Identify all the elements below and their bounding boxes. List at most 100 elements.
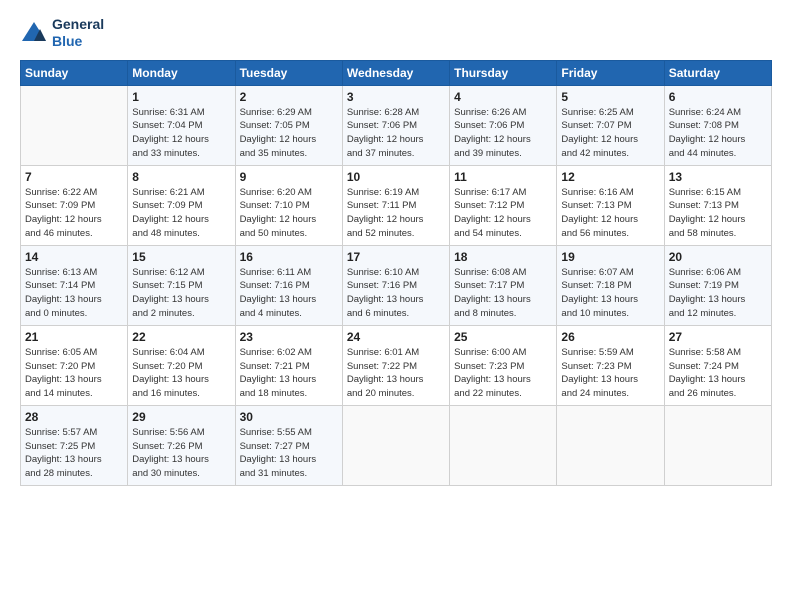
calendar-week-1: 1 Sunrise: 6:31 AM Sunset: 7:04 PM Daylig… xyxy=(21,85,772,165)
weekday-header-saturday: Saturday xyxy=(664,60,771,85)
logo: General Blue xyxy=(20,16,104,50)
weekday-header-tuesday: Tuesday xyxy=(235,60,342,85)
day-number: 20 xyxy=(669,250,767,264)
day-info: Sunrise: 6:20 AM Sunset: 7:10 PM Dayligh… xyxy=(240,186,338,241)
day-number: 1 xyxy=(132,90,230,104)
day-info: Sunrise: 6:07 AM Sunset: 7:18 PM Dayligh… xyxy=(561,266,659,321)
logo-text: General Blue xyxy=(52,16,104,50)
weekday-header-wednesday: Wednesday xyxy=(342,60,449,85)
calendar-cell: 15 Sunrise: 6:12 AM Sunset: 7:15 PM Dayli… xyxy=(128,245,235,325)
calendar-cell xyxy=(342,405,449,485)
day-info: Sunrise: 6:24 AM Sunset: 7:08 PM Dayligh… xyxy=(669,106,767,161)
day-info: Sunrise: 6:31 AM Sunset: 7:04 PM Dayligh… xyxy=(132,106,230,161)
calendar-cell: 2Sunrise: 6:29 AM Sunset: 7:05 PM Daylig… xyxy=(235,85,342,165)
day-info: Sunrise: 5:55 AM Sunset: 7:27 PM Dayligh… xyxy=(240,426,338,481)
day-info: Sunrise: 5:57 AM Sunset: 7:25 PM Dayligh… xyxy=(25,426,123,481)
calendar-cell: 4 Sunrise: 6:26 AM Sunset: 7:06 PM Daylig… xyxy=(450,85,557,165)
day-info: Sunrise: 6:22 AM Sunset: 7:09 PM Dayligh… xyxy=(25,186,123,241)
day-number: 29 xyxy=(132,410,230,424)
calendar-cell: 16 Sunrise: 6:11 AM Sunset: 7:16 PM Dayli… xyxy=(235,245,342,325)
day-number: 5 xyxy=(561,90,659,104)
calendar-cell: 6Sunrise: 6:24 AM Sunset: 7:08 PM Daylig… xyxy=(664,85,771,165)
calendar-cell: 22 Sunrise: 6:04 AM Sunset: 7:20 PM Dayli… xyxy=(128,325,235,405)
day-number: 11 xyxy=(454,170,552,184)
day-number: 8 xyxy=(132,170,230,184)
page: General Blue SundayMondayTuesdayWednesda… xyxy=(0,0,792,612)
calendar-cell: 10 Sunrise: 6:19 AM Sunset: 7:11 PM Dayli… xyxy=(342,165,449,245)
day-number: 13 xyxy=(669,170,767,184)
day-info: Sunrise: 6:16 AM Sunset: 7:13 PM Dayligh… xyxy=(561,186,659,241)
day-info: Sunrise: 6:21 AM Sunset: 7:09 PM Dayligh… xyxy=(132,186,230,241)
day-number: 25 xyxy=(454,330,552,344)
header: General Blue xyxy=(20,16,772,50)
calendar-cell: 19 Sunrise: 6:07 AM Sunset: 7:18 PM Dayli… xyxy=(557,245,664,325)
day-info: Sunrise: 6:25 AM Sunset: 7:07 PM Dayligh… xyxy=(561,106,659,161)
weekday-header-monday: Monday xyxy=(128,60,235,85)
calendar-cell xyxy=(21,85,128,165)
calendar-cell: 17Sunrise: 6:10 AM Sunset: 7:16 PM Dayli… xyxy=(342,245,449,325)
calendar-cell: 27 Sunrise: 5:58 AM Sunset: 7:24 PM Dayli… xyxy=(664,325,771,405)
calendar-cell: 1 Sunrise: 6:31 AM Sunset: 7:04 PM Daylig… xyxy=(128,85,235,165)
day-number: 21 xyxy=(25,330,123,344)
calendar-cell: 21Sunrise: 6:05 AM Sunset: 7:20 PM Dayli… xyxy=(21,325,128,405)
day-number: 14 xyxy=(25,250,123,264)
day-info: Sunrise: 6:15 AM Sunset: 7:13 PM Dayligh… xyxy=(669,186,767,241)
day-number: 24 xyxy=(347,330,445,344)
calendar-cell: 7Sunrise: 6:22 AM Sunset: 7:09 PM Daylig… xyxy=(21,165,128,245)
weekday-header-thursday: Thursday xyxy=(450,60,557,85)
day-info: Sunrise: 6:19 AM Sunset: 7:11 PM Dayligh… xyxy=(347,186,445,241)
calendar-cell: 28 Sunrise: 5:57 AM Sunset: 7:25 PM Dayli… xyxy=(21,405,128,485)
day-info: Sunrise: 5:56 AM Sunset: 7:26 PM Dayligh… xyxy=(132,426,230,481)
day-number: 15 xyxy=(132,250,230,264)
calendar-cell: 25 Sunrise: 6:00 AM Sunset: 7:23 PM Dayli… xyxy=(450,325,557,405)
day-info: Sunrise: 6:10 AM Sunset: 7:16 PM Dayligh… xyxy=(347,266,445,321)
day-info: Sunrise: 6:06 AM Sunset: 7:19 PM Dayligh… xyxy=(669,266,767,321)
day-info: Sunrise: 5:59 AM Sunset: 7:23 PM Dayligh… xyxy=(561,346,659,401)
calendar-cell: 9 Sunrise: 6:20 AM Sunset: 7:10 PM Daylig… xyxy=(235,165,342,245)
calendar-cell: 18Sunrise: 6:08 AM Sunset: 7:17 PM Dayli… xyxy=(450,245,557,325)
day-number: 19 xyxy=(561,250,659,264)
calendar-cell: 26 Sunrise: 5:59 AM Sunset: 7:23 PM Dayli… xyxy=(557,325,664,405)
calendar-cell: 14 Sunrise: 6:13 AM Sunset: 7:14 PM Dayli… xyxy=(21,245,128,325)
calendar-cell: 8 Sunrise: 6:21 AM Sunset: 7:09 PM Daylig… xyxy=(128,165,235,245)
day-number: 23 xyxy=(240,330,338,344)
calendar-cell: 13 Sunrise: 6:15 AM Sunset: 7:13 PM Dayli… xyxy=(664,165,771,245)
logo-icon xyxy=(20,19,48,47)
calendar-cell: 30 Sunrise: 5:55 AM Sunset: 7:27 PM Dayli… xyxy=(235,405,342,485)
calendar-week-4: 21Sunrise: 6:05 AM Sunset: 7:20 PM Dayli… xyxy=(21,325,772,405)
day-info: Sunrise: 6:13 AM Sunset: 7:14 PM Dayligh… xyxy=(25,266,123,321)
day-info: Sunrise: 6:11 AM Sunset: 7:16 PM Dayligh… xyxy=(240,266,338,321)
calendar-week-2: 7Sunrise: 6:22 AM Sunset: 7:09 PM Daylig… xyxy=(21,165,772,245)
day-info: Sunrise: 6:28 AM Sunset: 7:06 PM Dayligh… xyxy=(347,106,445,161)
calendar-cell: 11 Sunrise: 6:17 AM Sunset: 7:12 PM Dayli… xyxy=(450,165,557,245)
day-info: Sunrise: 6:26 AM Sunset: 7:06 PM Dayligh… xyxy=(454,106,552,161)
day-number: 30 xyxy=(240,410,338,424)
calendar-cell: 29 Sunrise: 5:56 AM Sunset: 7:26 PM Dayli… xyxy=(128,405,235,485)
day-info: Sunrise: 5:58 AM Sunset: 7:24 PM Dayligh… xyxy=(669,346,767,401)
day-info: Sunrise: 6:01 AM Sunset: 7:22 PM Dayligh… xyxy=(347,346,445,401)
day-number: 27 xyxy=(669,330,767,344)
calendar-cell: 3 Sunrise: 6:28 AM Sunset: 7:06 PM Daylig… xyxy=(342,85,449,165)
calendar-cell: 5 Sunrise: 6:25 AM Sunset: 7:07 PM Daylig… xyxy=(557,85,664,165)
day-info: Sunrise: 6:12 AM Sunset: 7:15 PM Dayligh… xyxy=(132,266,230,321)
day-number: 22 xyxy=(132,330,230,344)
calendar-cell: 12 Sunrise: 6:16 AM Sunset: 7:13 PM Dayli… xyxy=(557,165,664,245)
weekday-header-sunday: Sunday xyxy=(21,60,128,85)
day-number: 10 xyxy=(347,170,445,184)
calendar-cell xyxy=(557,405,664,485)
calendar-week-5: 28 Sunrise: 5:57 AM Sunset: 7:25 PM Dayli… xyxy=(21,405,772,485)
day-number: 28 xyxy=(25,410,123,424)
calendar-cell: 23Sunrise: 6:02 AM Sunset: 7:21 PM Dayli… xyxy=(235,325,342,405)
day-info: Sunrise: 6:29 AM Sunset: 7:05 PM Dayligh… xyxy=(240,106,338,161)
day-number: 26 xyxy=(561,330,659,344)
day-number: 4 xyxy=(454,90,552,104)
day-number: 3 xyxy=(347,90,445,104)
weekday-header-row: SundayMondayTuesdayWednesdayThursdayFrid… xyxy=(21,60,772,85)
day-number: 12 xyxy=(561,170,659,184)
day-info: Sunrise: 6:04 AM Sunset: 7:20 PM Dayligh… xyxy=(132,346,230,401)
day-info: Sunrise: 6:00 AM Sunset: 7:23 PM Dayligh… xyxy=(454,346,552,401)
day-number: 9 xyxy=(240,170,338,184)
day-number: 18 xyxy=(454,250,552,264)
day-number: 16 xyxy=(240,250,338,264)
day-info: Sunrise: 6:17 AM Sunset: 7:12 PM Dayligh… xyxy=(454,186,552,241)
